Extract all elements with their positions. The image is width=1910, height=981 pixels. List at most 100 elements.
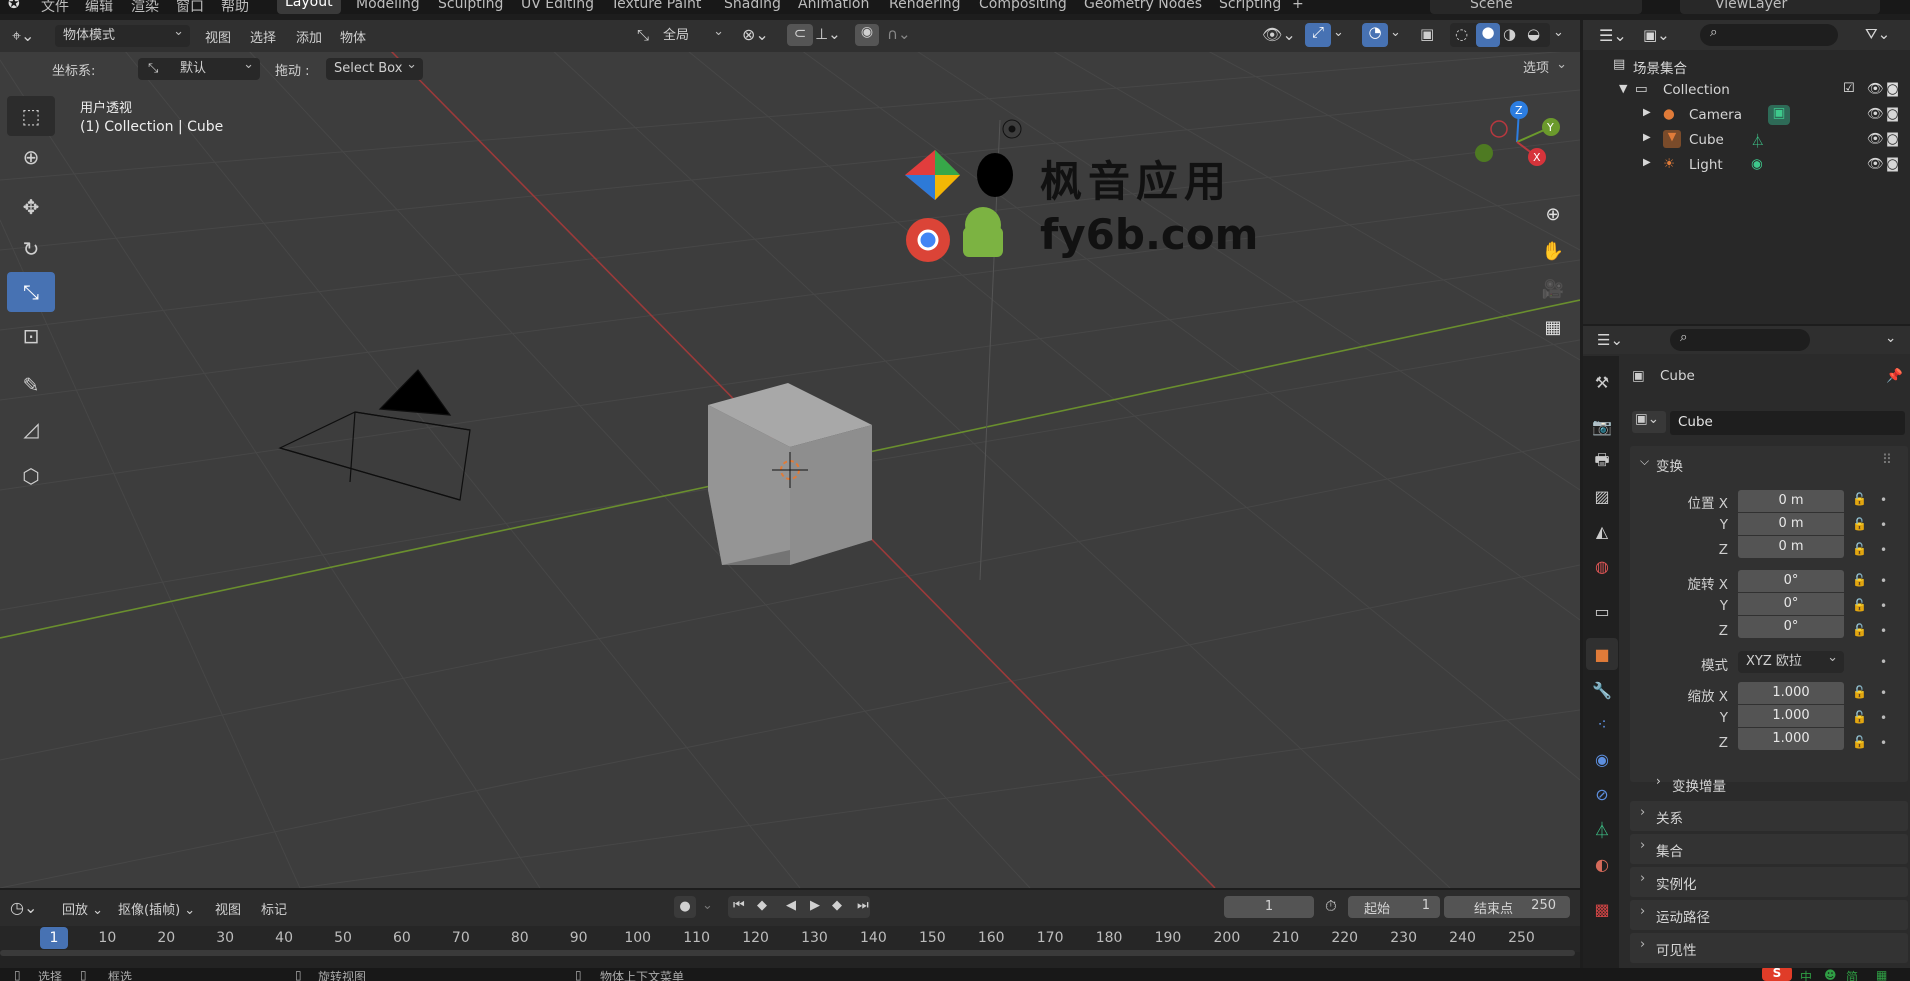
texture-tab-icon[interactable]: ▩ (1586, 893, 1618, 925)
ime-chinese[interactable]: 中 (1800, 968, 1812, 981)
tab-compositing[interactable]: Compositing (979, 0, 1067, 12)
prev-keyframe-icon[interactable]: ◆ (757, 898, 767, 913)
play-icon[interactable]: ▶ (810, 898, 820, 913)
tab-rendering[interactable]: Rendering (889, 0, 961, 12)
constraints-tab-icon[interactable]: ⊘ (1586, 778, 1618, 810)
keyframe-rotation-z-icon[interactable]: • (1880, 624, 1887, 638)
collection-eye-icon[interactable]: 👁 (1867, 81, 1884, 97)
gizmo-dropdown-icon[interactable]: ⌄ (1333, 25, 1344, 40)
transform-drag-handle-icon[interactable]: ⠿ (1882, 452, 1892, 468)
cube-eye-icon[interactable]: 👁 (1867, 131, 1884, 147)
menu-add[interactable]: 添加 (296, 27, 322, 46)
auto-keying-icon[interactable]: ● (674, 896, 696, 918)
keyframe-location-z-icon[interactable]: • (1880, 543, 1887, 557)
select-box-tool[interactable]: ⬚ (7, 96, 55, 136)
menu-file[interactable]: 文件 (41, 0, 69, 14)
ime-menu-icon[interactable]: ▦ (1876, 968, 1887, 981)
shading-dropdown-icon[interactable]: ⌄ (1553, 25, 1564, 40)
scale-z-field[interactable]: 1.000 (1738, 728, 1844, 750)
object-tab-icon[interactable]: ■ (1586, 638, 1618, 670)
lock-scale-x-icon[interactable]: 🔓 (1852, 685, 1867, 699)
outliner-collection[interactable]: Collection (1663, 82, 1730, 98)
orientation-dropdown[interactable]: 全局 (655, 21, 730, 47)
outliner-camera[interactable]: Camera (1689, 107, 1742, 123)
falloff-icon[interactable]: ∩⌄ (887, 25, 911, 43)
tab-scripting[interactable]: Scripting (1219, 0, 1281, 12)
menu-help[interactable]: 帮助 (221, 0, 249, 14)
particles-tab-icon[interactable]: ⁖ (1586, 708, 1618, 740)
keyframe-scale-y-icon[interactable]: • (1880, 711, 1887, 725)
view-layer-name[interactable]: ViewLayer (1715, 0, 1787, 12)
timeline-marker-menu[interactable]: 标记 (261, 899, 287, 918)
filter-icon[interactable]: ⛛⌄ (1865, 25, 1890, 43)
relations-panel[interactable]: › 关系 (1630, 801, 1908, 831)
scale-x-field[interactable]: 1.000 (1738, 682, 1844, 704)
navigation-gizmo[interactable]: Z Y X (1472, 97, 1562, 187)
collection-expand-icon[interactable]: ▼ (1619, 82, 1627, 95)
menu-object[interactable]: 物体 (340, 27, 366, 46)
annotate-tool[interactable]: ✎ (7, 365, 55, 405)
light-expand-icon[interactable]: ▶ (1643, 157, 1651, 168)
snap-icon[interactable]: ⊂ (787, 24, 813, 46)
visibility-panel[interactable]: › 可见性 (1630, 933, 1908, 963)
ime-emoji-icon[interactable]: ☻ (1824, 968, 1837, 981)
scale-y-field[interactable]: 1.000 (1738, 705, 1844, 727)
tab-sculpting[interactable]: Sculpting (438, 0, 503, 12)
lock-rotation-y-icon[interactable]: 🔓 (1852, 598, 1867, 612)
material-shading-icon[interactable]: ◑ (1503, 25, 1516, 43)
solid-shading-icon[interactable]: ● (1476, 23, 1500, 47)
preview-range-icon[interactable]: ⏱ (1325, 897, 1337, 915)
world-tab-icon[interactable]: ◍ (1586, 550, 1618, 582)
scene-collection-label[interactable]: 场景集合 (1633, 57, 1687, 77)
pin-icon[interactable]: 📌 (1886, 368, 1903, 384)
modifier-tab-icon[interactable]: 🔧 (1586, 674, 1618, 706)
snap-target-icon[interactable]: ⊥⌄ (815, 25, 841, 43)
lock-scale-z-icon[interactable]: 🔓 (1852, 735, 1867, 749)
rotation-x-field[interactable]: 0° (1738, 570, 1844, 592)
instancing-panel[interactable]: › 实例化 (1630, 867, 1908, 897)
tab-modeling[interactable]: Modeling (356, 0, 420, 12)
output-tab-icon[interactable]: 🖶 (1586, 446, 1618, 478)
delta-transform-label[interactable]: 变换增量 (1672, 775, 1726, 795)
viewport-3d[interactable]: 枫音应用 fy6b.com Z Y X (0, 20, 1580, 888)
overlay-dropdown-icon[interactable]: ⌄ (1390, 25, 1401, 40)
delta-transform-expand-icon[interactable]: › (1656, 774, 1661, 788)
rotate-tool[interactable]: ↻ (7, 229, 55, 269)
pan-hand-icon[interactable]: ✋ (1537, 235, 1569, 267)
rendered-shading-icon[interactable]: ◒ (1527, 25, 1540, 43)
outliner-editor-icon[interactable]: ☰⌄ (1599, 26, 1627, 45)
end-frame-field[interactable]: 结束点 250 (1444, 896, 1570, 918)
transform-title[interactable]: 变换 (1656, 455, 1683, 475)
view-layer-tab-icon[interactable]: ▨ (1586, 480, 1618, 512)
keyframe-mode-icon[interactable]: • (1880, 655, 1887, 669)
coord-system-dropdown[interactable]: ⤡ 默认 (138, 54, 260, 80)
menu-view[interactable]: 视图 (205, 27, 231, 46)
lock-location-x-icon[interactable]: 🔓 (1852, 492, 1867, 506)
overlay-toggle-icon[interactable]: ◔ (1362, 23, 1388, 47)
timeline-view-menu[interactable]: 视图 (215, 899, 241, 918)
properties-dropdown-icon[interactable]: ⌄ (1885, 330, 1896, 346)
properties-editor-icon[interactable]: ☰⌄ (1597, 331, 1623, 349)
properties-search-icon[interactable]: ⌕ (1670, 329, 1810, 351)
tab-texture-paint[interactable]: Texture Paint (611, 0, 701, 12)
rotation-y-field[interactable]: 0° (1738, 593, 1844, 615)
keying-menu[interactable]: 抠像(插帧) ⌄ (118, 899, 195, 918)
lock-location-z-icon[interactable]: 🔓 (1852, 542, 1867, 556)
cube-expand-icon[interactable]: ▶ (1643, 132, 1651, 143)
keyframe-location-x-icon[interactable]: • (1880, 493, 1887, 507)
playhead[interactable]: 1 (40, 927, 68, 949)
keyframe-location-y-icon[interactable]: • (1880, 518, 1887, 532)
ime-simplified[interactable]: 简 (1846, 968, 1858, 981)
keying-set-dropdown-icon[interactable]: ⌄ (702, 898, 713, 913)
scene-tab-icon[interactable]: ◭ (1586, 515, 1618, 547)
lock-location-y-icon[interactable]: 🔓 (1852, 517, 1867, 531)
collection-checkbox[interactable]: ☑ (1843, 81, 1855, 96)
mode-dropdown[interactable]: 物体模式 (55, 21, 190, 47)
add-workspace-icon[interactable]: + (1292, 0, 1304, 12)
next-keyframe-icon[interactable]: ◆ (832, 898, 842, 913)
gizmo-toggle-icon[interactable]: ⤢ (1305, 23, 1331, 47)
camera-view-icon[interactable]: 🎥 (1537, 273, 1569, 305)
render-tab-icon[interactable]: 📷 (1586, 410, 1618, 442)
editor-type-icon[interactable]: ⌖⌄ (12, 26, 34, 46)
zoom-icon[interactable]: ⊕ (1537, 198, 1569, 230)
